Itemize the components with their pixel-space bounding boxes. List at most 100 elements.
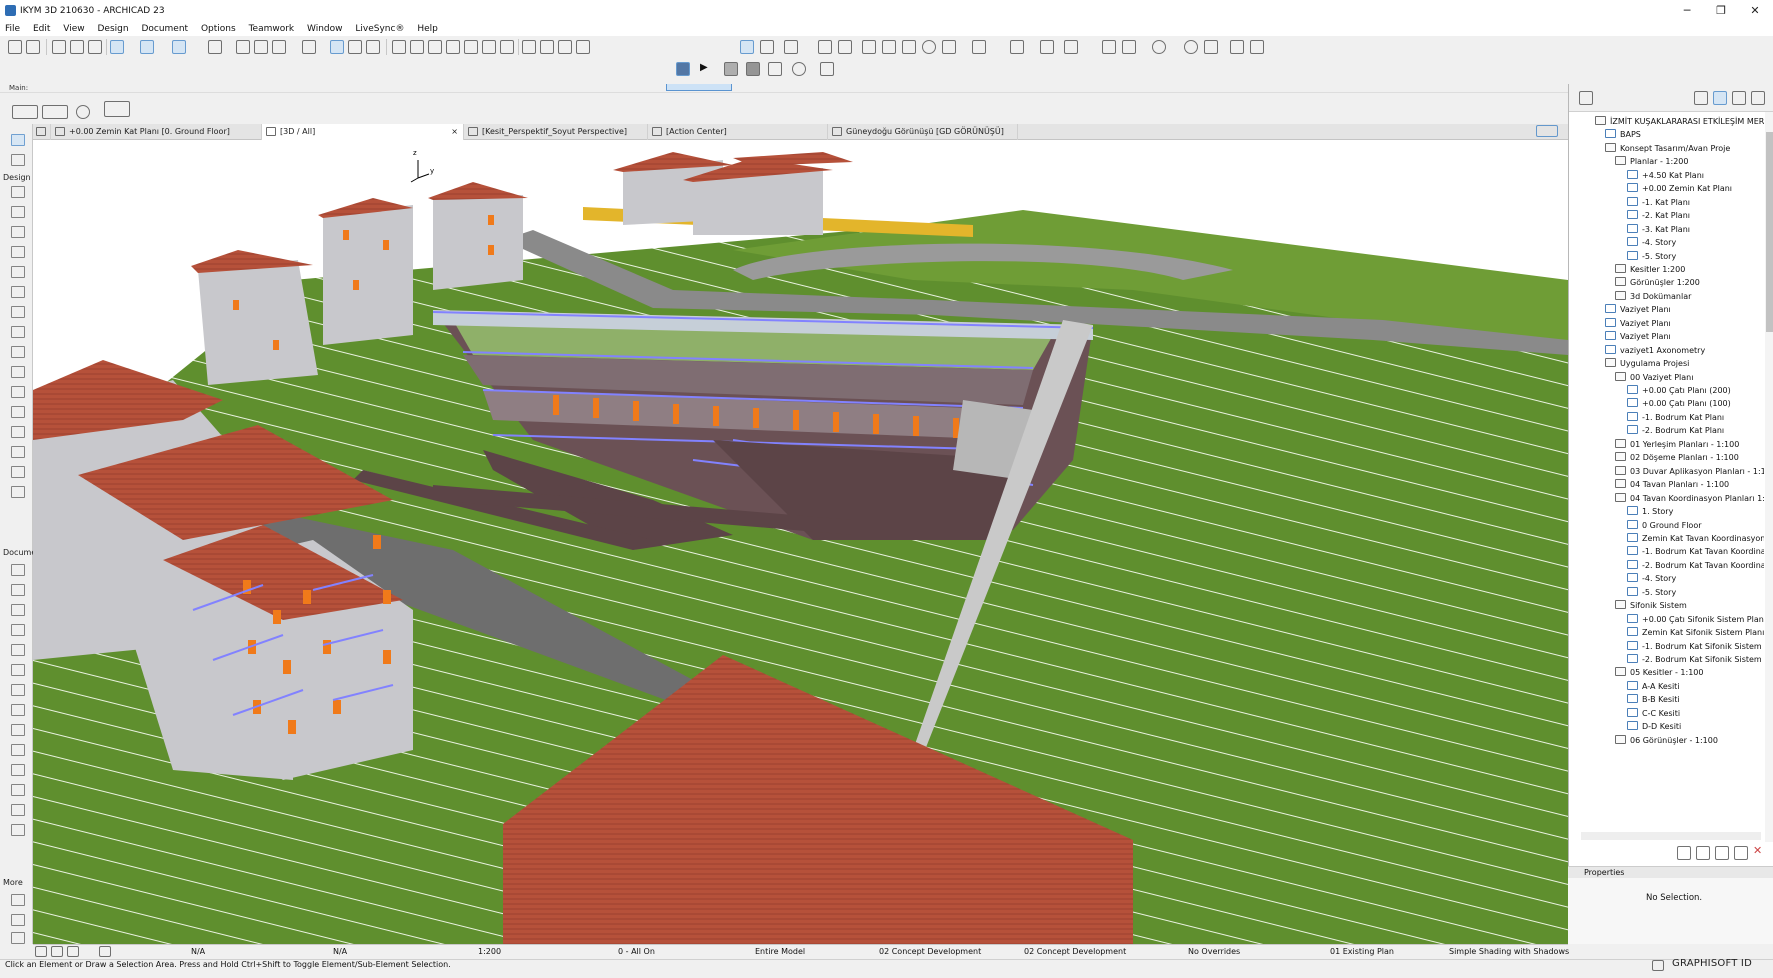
menu-file[interactable]: File bbox=[0, 22, 25, 36]
arrow-tool-settings-icon[interactable] bbox=[104, 101, 130, 117]
pen-set-select[interactable]: 02 Concept Development bbox=[879, 947, 981, 956]
trim-icon[interactable] bbox=[392, 40, 406, 54]
morph-tool-icon[interactable] bbox=[11, 446, 25, 458]
layer-combination-select[interactable]: 0 - All On bbox=[618, 947, 655, 956]
navigator-scrollbar[interactable] bbox=[1765, 112, 1773, 842]
navigator-item[interactable]: -4. Story bbox=[1627, 236, 1764, 250]
intersect-icon[interactable] bbox=[446, 40, 460, 54]
properties-header[interactable]: Properties bbox=[1568, 866, 1773, 878]
3d-viewport[interactable]: z y bbox=[33, 140, 1568, 944]
section-icon[interactable] bbox=[942, 40, 956, 54]
menu-view[interactable]: View bbox=[58, 22, 89, 36]
navigator-item[interactable]: ⌄05 Kesitler - 1:100 bbox=[1615, 666, 1764, 680]
new-folder-icon[interactable] bbox=[1715, 846, 1729, 860]
navigator-item[interactable]: +0.00 Zemin Kat Planı bbox=[1627, 182, 1764, 196]
distribute-icon[interactable] bbox=[1122, 40, 1136, 54]
navigator-item[interactable]: C-C Kesiti bbox=[1627, 707, 1764, 721]
navigator-item[interactable]: -2. Bodrum Kat Planı bbox=[1627, 424, 1764, 438]
elevate-icon[interactable] bbox=[1102, 40, 1116, 54]
navigator-item[interactable]: -2. Kat Planı bbox=[1627, 209, 1764, 223]
arrow-tool-icon[interactable] bbox=[11, 134, 25, 146]
label-tool-icon[interactable] bbox=[11, 624, 25, 636]
menu-options[interactable]: Options bbox=[196, 22, 241, 36]
tab-menu-icon[interactable] bbox=[1536, 125, 1558, 137]
navigator-item[interactable]: -1. Bodrum Kat Tavan Koordinasyon Pla bbox=[1627, 545, 1764, 559]
inject-parameters-icon[interactable] bbox=[70, 40, 84, 54]
connect-icon[interactable] bbox=[768, 62, 782, 76]
lasso-icon[interactable] bbox=[676, 62, 690, 76]
navigator-item[interactable]: -2. Bodrum Kat Sifonik Sistem Planı bbox=[1627, 653, 1764, 667]
navigator-item[interactable]: vaziyet1 Axonometry bbox=[1605, 344, 1764, 358]
tab-southeast-elevation[interactable]: Güneydoğu Görünüşü [GD GÖRÜNÜŞÜ] bbox=[828, 124, 1018, 140]
worksheet-tool-icon[interactable] bbox=[11, 804, 25, 816]
orbit-icon[interactable] bbox=[784, 40, 798, 54]
navigator-item[interactable]: ⌄Sifonik Sistem bbox=[1615, 599, 1764, 613]
table-icon[interactable] bbox=[348, 40, 362, 54]
fillet-icon[interactable] bbox=[464, 40, 478, 54]
navigator-item[interactable]: -1. Bodrum Kat Planı bbox=[1627, 411, 1764, 425]
scrollbar-thumb[interactable] bbox=[1766, 132, 1773, 332]
rotation-value[interactable]: N/A bbox=[333, 947, 347, 956]
layer-settings-icon[interactable] bbox=[330, 40, 344, 54]
adjust-icon[interactable] bbox=[428, 40, 442, 54]
navigator-item[interactable]: +0.00 Çatı Sifonik Sistem Planı bbox=[1627, 613, 1764, 627]
menu-edit[interactable]: Edit bbox=[28, 22, 55, 36]
rotate-icon[interactable] bbox=[76, 105, 90, 119]
sun-icon[interactable] bbox=[902, 40, 916, 54]
navigator-item[interactable]: 0 Ground Floor bbox=[1627, 519, 1764, 533]
menu-help[interactable]: Help bbox=[412, 22, 443, 36]
bimcloud-icon[interactable] bbox=[1250, 40, 1264, 54]
pick-up-parameters-icon[interactable] bbox=[52, 40, 66, 54]
zone-tool-icon[interactable] bbox=[11, 486, 25, 498]
export-icon[interactable] bbox=[820, 62, 834, 76]
navigator-item[interactable]: ⌄İZMİT KUŞAKLARARASI ETKİLEŞİM MERKEZİ bbox=[1595, 115, 1764, 129]
new-view-icon[interactable] bbox=[1677, 846, 1691, 860]
drawing-tool-icon[interactable] bbox=[11, 724, 25, 736]
navigator-item[interactable]: -1. Bodrum Kat Sifonik Sistem Planı bbox=[1627, 640, 1764, 654]
detail-tool-icon[interactable] bbox=[11, 824, 25, 836]
fly-icon[interactable] bbox=[838, 40, 852, 54]
door-tool-icon[interactable] bbox=[11, 206, 25, 218]
navigator-item[interactable]: ›3d Dokümanlar bbox=[1615, 290, 1764, 304]
menu-livesync[interactable]: LiveSync® bbox=[350, 22, 409, 36]
navigator-item[interactable]: -1. Kat Planı bbox=[1627, 196, 1764, 210]
navigator-item[interactable]: Zemin Kat Sifonik Sistem Planı bbox=[1627, 626, 1764, 640]
grid-icon[interactable] bbox=[208, 40, 222, 54]
navigator-item[interactable]: ›Görünüşler 1:200 bbox=[1615, 276, 1764, 290]
navigator-item[interactable]: Vaziyet Planı bbox=[1605, 330, 1764, 344]
navigator-item[interactable]: +4.50 Kat Planı bbox=[1627, 169, 1764, 183]
explode-icon[interactable] bbox=[522, 40, 536, 54]
tab-action-center[interactable]: [Action Center] bbox=[648, 124, 828, 140]
navigator-horizontal-scrollbar[interactable] bbox=[1581, 832, 1761, 840]
marquee-icon[interactable] bbox=[272, 40, 286, 54]
navigator-item[interactable]: Vaziyet Planı bbox=[1605, 303, 1764, 317]
shell-tool-icon[interactable] bbox=[11, 366, 25, 378]
navigator-item[interactable]: -5. Story bbox=[1627, 250, 1764, 264]
level-dimension-tool-icon[interactable] bbox=[11, 584, 25, 596]
figure-tool-icon[interactable] bbox=[11, 914, 25, 926]
delete-icon[interactable]: ✕ bbox=[1753, 844, 1767, 858]
curtain-wall-tool-icon[interactable] bbox=[11, 426, 25, 438]
filter-icon[interactable] bbox=[972, 40, 986, 54]
menu-document[interactable]: Document bbox=[136, 22, 193, 36]
clone-folder-icon[interactable] bbox=[1696, 846, 1710, 860]
navigator-item[interactable]: ⌄04 Tavan Koordinasyon Planları 1:100 bbox=[1615, 492, 1764, 506]
navigator-item[interactable]: ⌄06 Görünüşler - 1:100 bbox=[1615, 734, 1764, 748]
geometry-method-icon[interactable] bbox=[12, 105, 38, 119]
navigator-item[interactable]: -5. Story bbox=[1627, 586, 1764, 600]
model-view-options-select[interactable]: 02 Concept Development bbox=[1024, 947, 1126, 956]
navigator-item[interactable]: +0.00 Çatı Planı (100) bbox=[1627, 397, 1764, 411]
message-icon[interactable] bbox=[1230, 40, 1244, 54]
navigator-item[interactable]: ›03 Duvar Aplikasyon Planları - 1:100 bbox=[1615, 465, 1764, 479]
skylight-tool-icon[interactable] bbox=[11, 386, 25, 398]
text-tool-icon[interactable] bbox=[11, 604, 25, 616]
navigator-item[interactable]: ›04 Tavan Planları - 1:100 bbox=[1615, 478, 1764, 492]
play-icon[interactable]: ▶ bbox=[700, 62, 714, 76]
line-tool-icon[interactable] bbox=[11, 664, 25, 676]
3d-cutaway-icon[interactable] bbox=[862, 40, 876, 54]
hotspot-tool-icon[interactable] bbox=[11, 894, 25, 906]
arc-tool-icon[interactable] bbox=[11, 684, 25, 696]
stop-icon[interactable] bbox=[724, 62, 738, 76]
navigator-item[interactable]: BAPS bbox=[1605, 128, 1764, 142]
guide-lines-icon[interactable] bbox=[110, 40, 124, 54]
